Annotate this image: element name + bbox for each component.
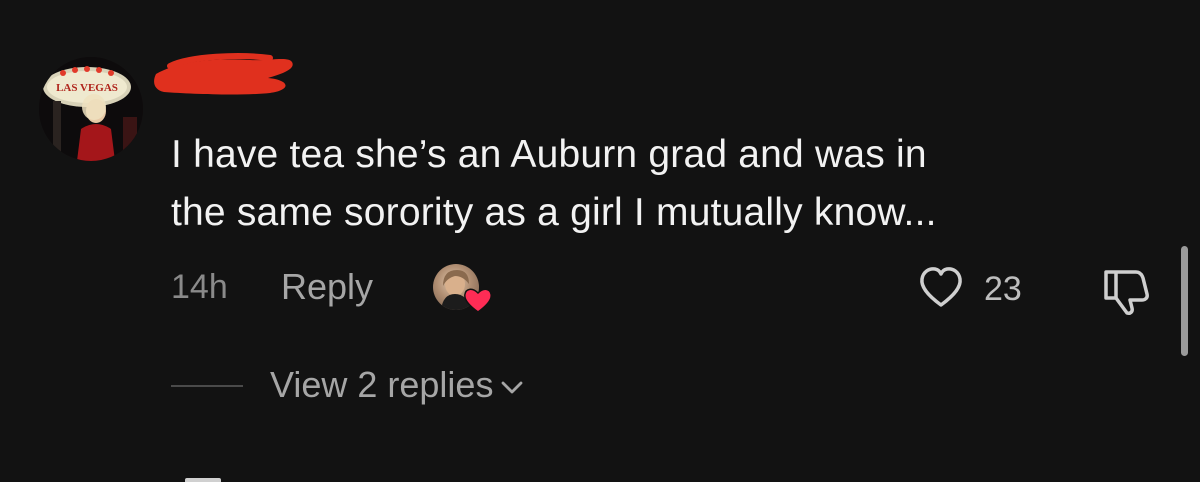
like-count: 23 xyxy=(984,270,1022,308)
view-replies-label: View 2 replies xyxy=(270,364,494,405)
comment-item: LAS VEGAS I have tea she’s an Auburn gra… xyxy=(0,0,1200,482)
creator-liked-badge xyxy=(433,264,493,316)
comment-timestamp: 14h xyxy=(171,268,228,306)
chevron-down-icon xyxy=(502,382,523,394)
comment-text-line: I have tea she’s an Auburn grad and was … xyxy=(171,133,927,176)
view-replies-button[interactable]: View 2 replies xyxy=(270,364,525,406)
scrollbar[interactable] xyxy=(1181,246,1188,356)
avatar-sign-text: LAS VEGAS xyxy=(56,82,118,94)
comment-text-line: the same sorority as a girl I mutually k… xyxy=(171,191,937,234)
thumbs-down-icon[interactable] xyxy=(1100,264,1156,316)
username-redacted xyxy=(150,52,295,98)
user-avatar[interactable]: LAS VEGAS xyxy=(39,57,143,161)
next-item-edge xyxy=(185,478,221,482)
heart-outline-icon[interactable] xyxy=(918,264,964,310)
replies-divider xyxy=(171,385,243,387)
creator-heart-icon xyxy=(463,286,493,314)
reply-button[interactable]: Reply xyxy=(281,266,373,308)
avatar-image: LAS VEGAS xyxy=(39,57,143,161)
comment-text: I have tea she’s an Auburn grad and was … xyxy=(171,126,1131,242)
